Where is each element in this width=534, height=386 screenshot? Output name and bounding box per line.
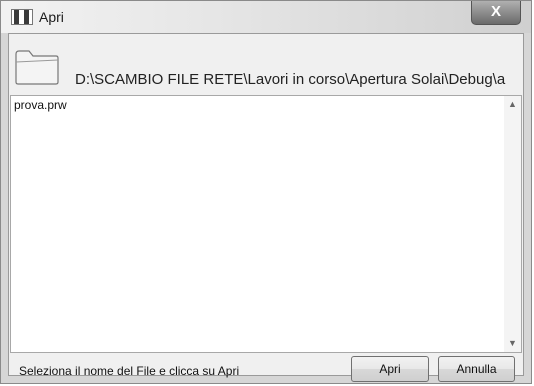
window-title: Apri	[39, 9, 64, 25]
path-bar: D:\SCAMBIO FILE RETE\Lavori in corso\Ape…	[9, 34, 523, 94]
vertical-scrollbar[interactable]: ▲ ▼	[504, 96, 521, 352]
dialog-body: D:\SCAMBIO FILE RETE\Lavori in corso\Ape…	[8, 33, 524, 382]
file-list[interactable]: prova.prw ▲ ▼	[10, 95, 522, 353]
title-bar[interactable]: Apri X	[1, 1, 531, 33]
open-button[interactable]: Apri	[351, 356, 429, 382]
scroll-down-icon[interactable]: ▼	[504, 335, 521, 352]
folder-icon	[15, 50, 59, 85]
file-item[interactable]: prova.prw	[14, 98, 67, 112]
status-text: Seleziona il nome del File e clicca su A…	[19, 364, 240, 378]
close-button[interactable]: X	[471, 1, 521, 25]
app-icon	[11, 9, 33, 25]
scroll-up-icon[interactable]: ▲	[504, 96, 521, 113]
current-path: D:\SCAMBIO FILE RETE\Lavori in corso\Ape…	[75, 71, 506, 88]
cancel-button[interactable]: Annulla	[438, 356, 515, 382]
open-file-dialog: Apri X D:\SCAMBIO FILE RETE\Lavori in co…	[0, 0, 532, 384]
